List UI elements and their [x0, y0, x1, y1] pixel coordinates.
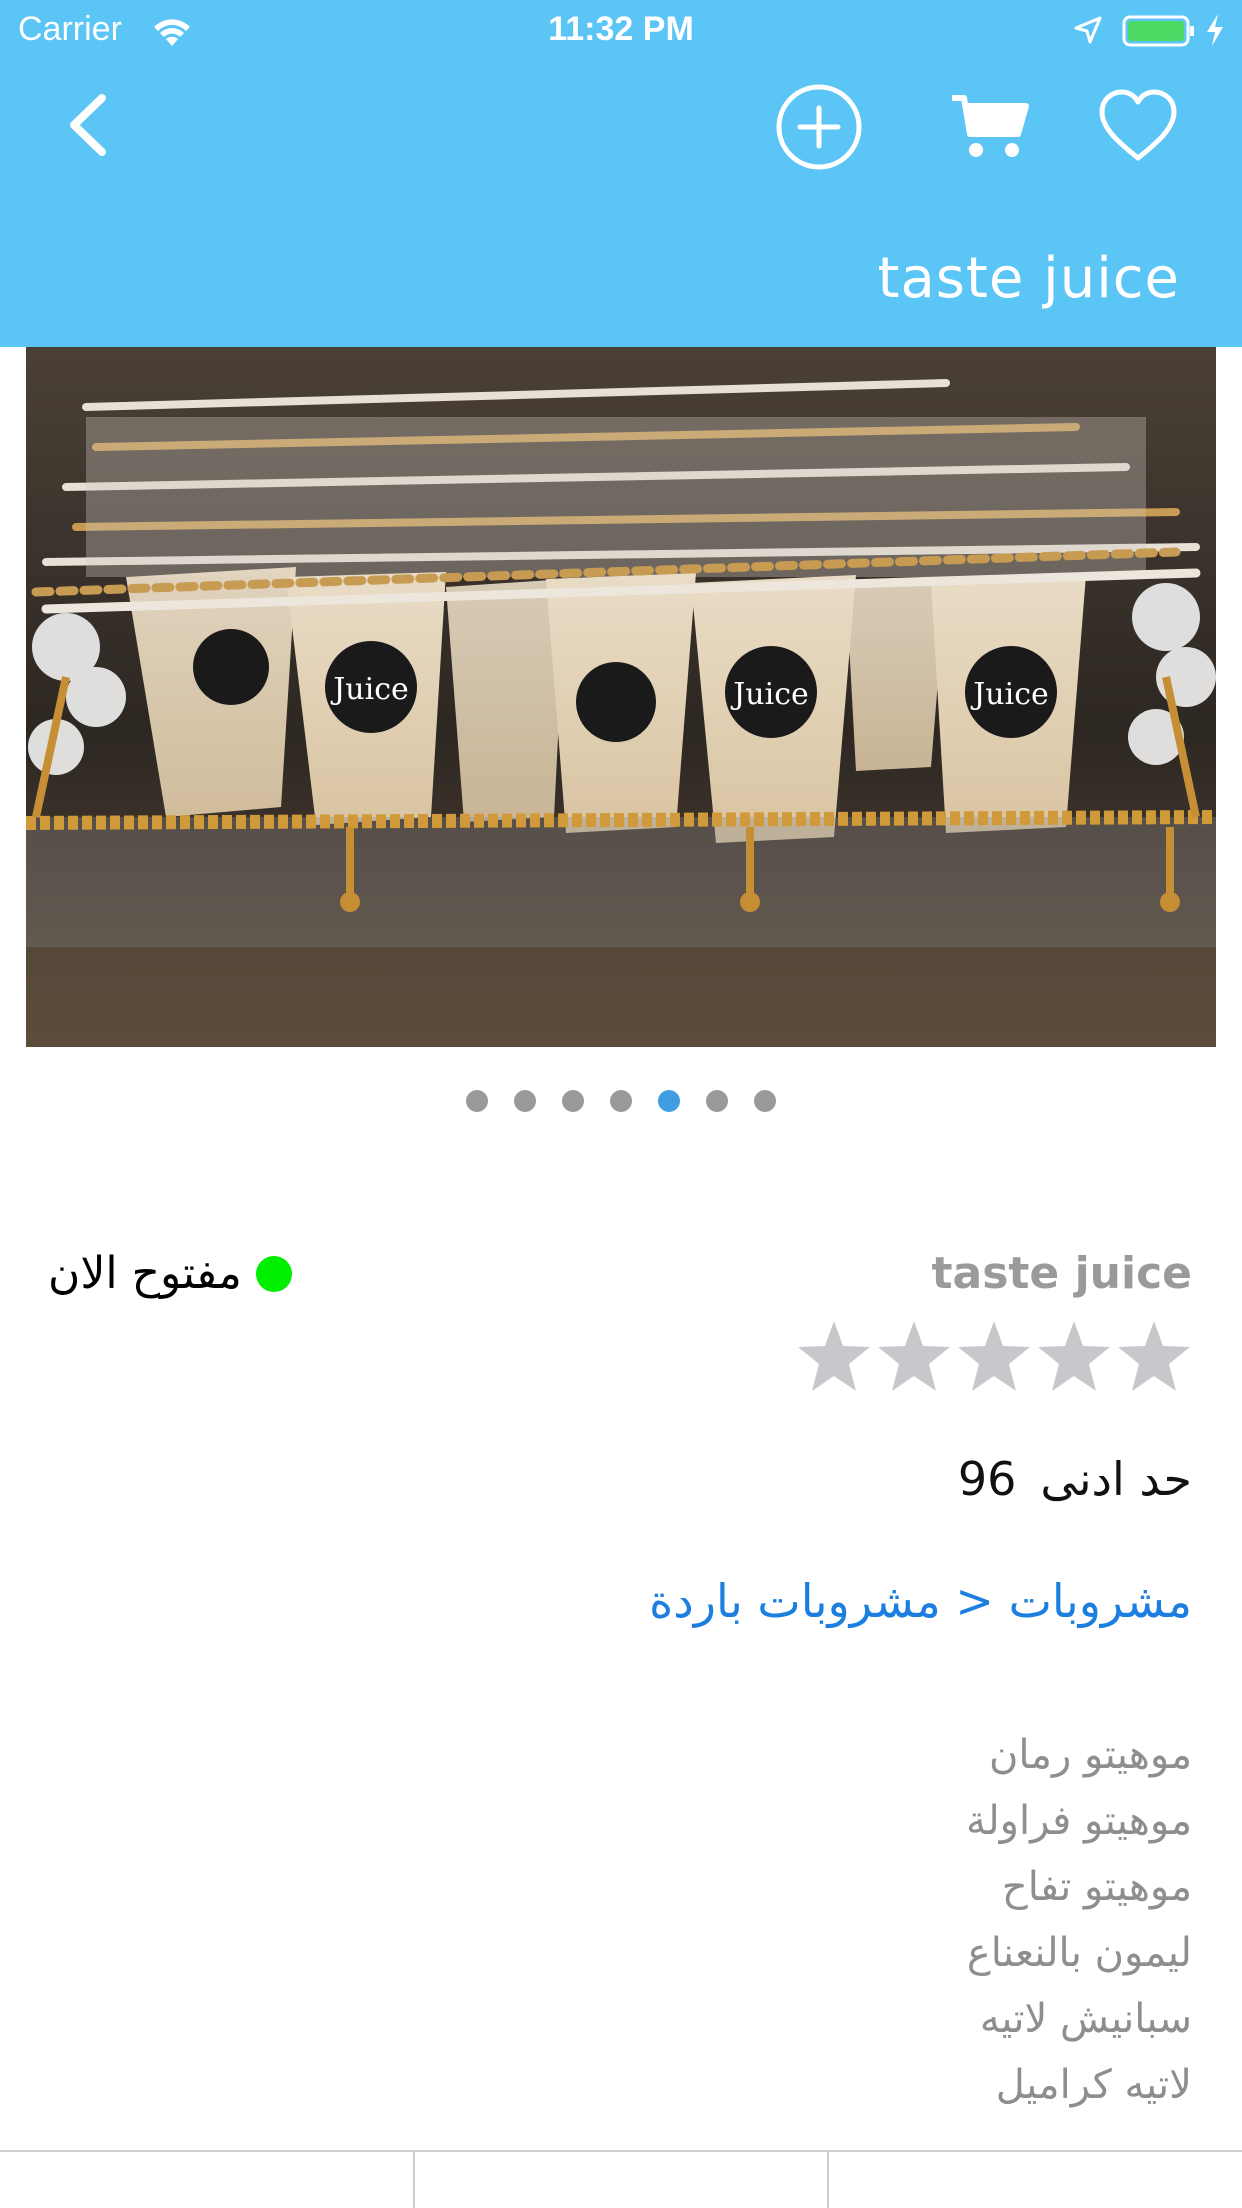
add-button[interactable]	[774, 82, 864, 172]
battery-icon	[1122, 15, 1194, 47]
menu-items-list: موهيتو رمان موهيتو فراولة موهيتو تفاح لي…	[966, 1722, 1192, 2118]
list-item: لاتيه كراميل	[995, 2062, 1192, 2108]
product-image[interactable]: Juice Juice Juice	[26, 347, 1216, 1047]
charging-bolt-icon	[1207, 14, 1223, 46]
minimum-order-value: 96	[957, 1452, 1017, 1506]
pouch-label-text: Juice	[730, 677, 809, 712]
bottom-tab-label: …	[415, 2192, 828, 2208]
bottom-tab-label: …	[829, 2192, 1242, 2208]
app-header: Carrier 11:32 PM taste juice	[0, 0, 1242, 347]
star-icon[interactable]	[1036, 1318, 1112, 1394]
cart-button[interactable]	[950, 90, 1030, 162]
page-dot[interactable]	[466, 1090, 488, 1112]
page-dot[interactable]	[514, 1090, 536, 1112]
list-item: موهيتو فراولة	[966, 1798, 1192, 1844]
minimum-order: حد ادنى 96	[958, 1452, 1192, 1506]
open-status: مفتوح الان	[48, 1248, 292, 1299]
page-dot-active[interactable]	[658, 1090, 680, 1112]
star-icon[interactable]	[1116, 1318, 1192, 1394]
open-status-label: مفتوح الان	[48, 1248, 242, 1299]
page-dot[interactable]	[706, 1090, 728, 1112]
page-dot[interactable]	[754, 1090, 776, 1112]
page-dot[interactable]	[610, 1090, 632, 1112]
page-title: taste juice	[877, 246, 1180, 311]
category-breadcrumb[interactable]: مشروبات < مشروبات باردة	[649, 1574, 1192, 1628]
status-time: 11:32 PM	[548, 10, 694, 48]
status-bar: Carrier 11:32 PM	[0, 0, 1242, 60]
list-item: موهيتو رمان	[988, 1732, 1192, 1778]
list-item: موهيتو تفاح	[1001, 1864, 1192, 1910]
list-item: ليمون بالنعناع	[966, 1930, 1192, 1976]
bottom-tab[interactable]: …	[829, 2152, 1242, 2208]
favorite-button[interactable]	[1098, 88, 1178, 164]
juice-tray-photo: Juice Juice Juice	[26, 347, 1216, 1047]
store-name: taste juice	[931, 1248, 1192, 1299]
page-dot[interactable]	[562, 1090, 584, 1112]
bottom-action-bar: … … …	[0, 2150, 1242, 2208]
open-status-indicator	[255, 1255, 292, 1292]
back-button[interactable]	[58, 90, 118, 160]
gallery-page-indicator[interactable]	[0, 1090, 1242, 1114]
rating-stars[interactable]	[796, 1318, 1192, 1394]
bottom-tab[interactable]: …	[415, 2152, 830, 2208]
location-arrow-icon	[1074, 16, 1102, 44]
star-icon[interactable]	[876, 1318, 952, 1394]
bottom-tab[interactable]: …	[0, 2152, 415, 2208]
minimum-order-label: حد ادنى	[1040, 1452, 1192, 1506]
star-icon[interactable]	[796, 1318, 872, 1394]
list-item: سبانيش لاتيه	[979, 1996, 1192, 2042]
pouch-label-text: Juice	[970, 677, 1049, 712]
bottom-tab-label: …	[0, 2192, 413, 2208]
star-icon[interactable]	[956, 1318, 1032, 1394]
pouch-label-text: Juice	[330, 672, 409, 707]
